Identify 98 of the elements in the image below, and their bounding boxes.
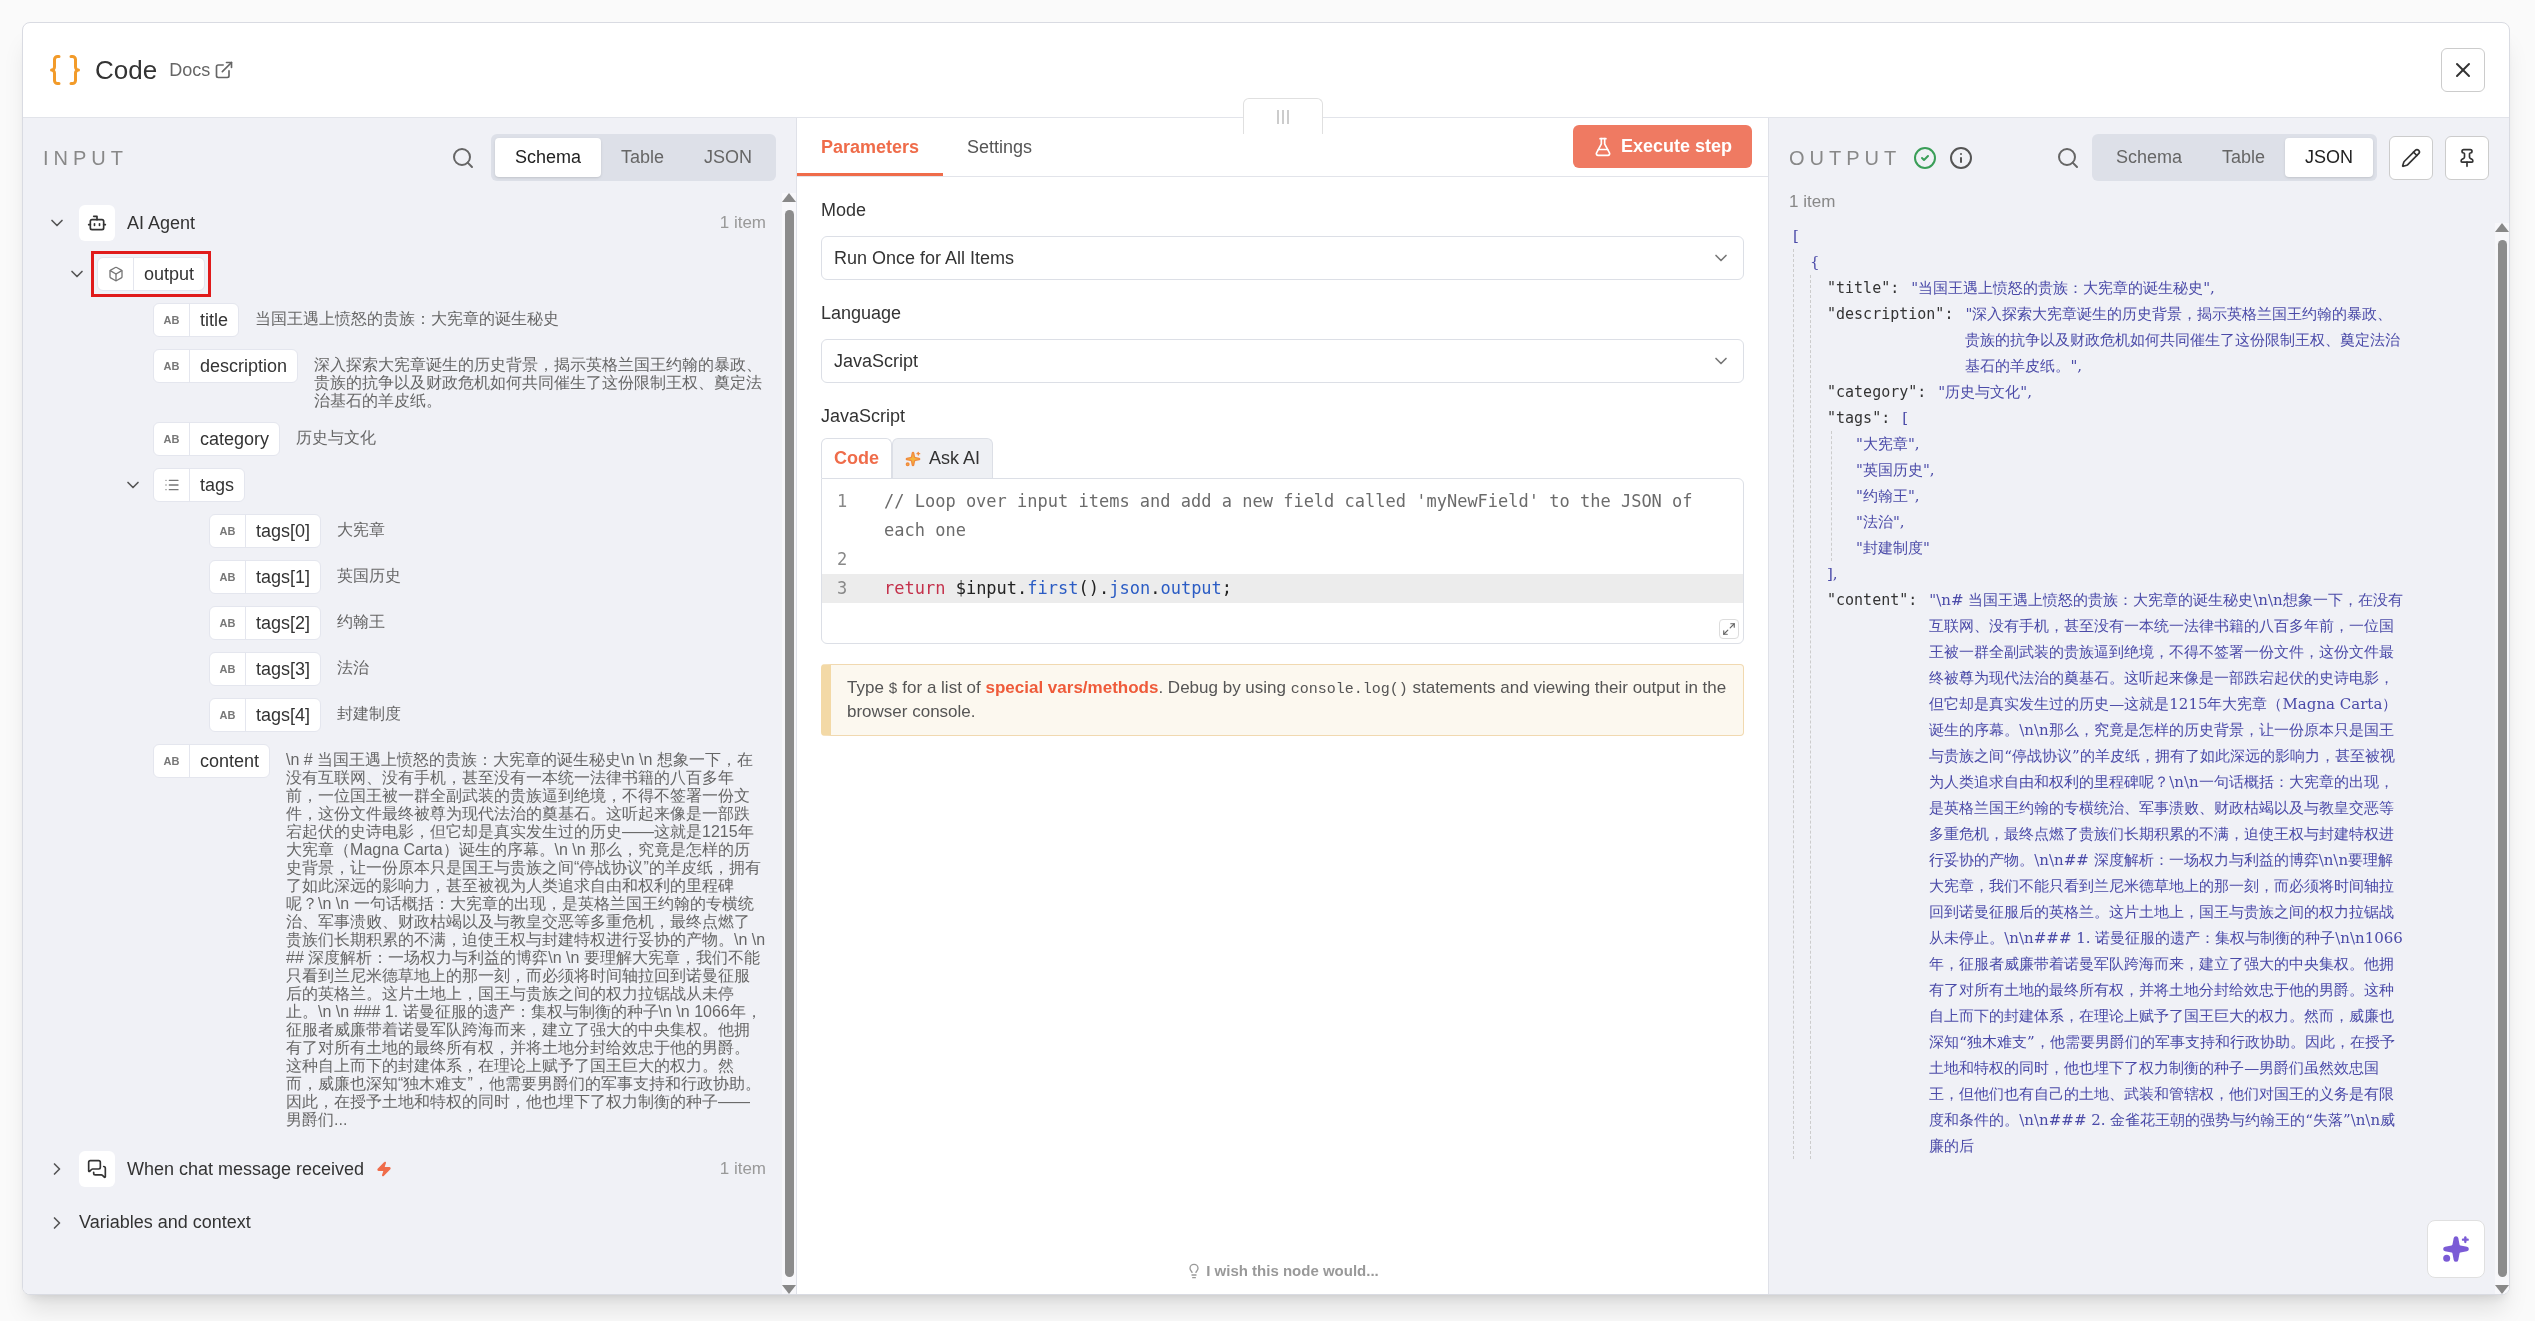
sparkles-icon — [905, 450, 921, 467]
field-name: tags[0] — [255, 519, 312, 543]
json-bracket: { — [1810, 251, 1821, 273]
field-name: tags — [199, 473, 236, 497]
field-value: 大宪章 — [336, 520, 387, 539]
item-count: 1 item — [719, 212, 766, 235]
field-label: JavaScript — [821, 405, 907, 428]
json-value: "大宪章", — [1856, 433, 1921, 455]
chat-icon — [87, 1159, 107, 1179]
field-name: tags[1] — [255, 565, 312, 589]
panel-heading: OUTPUT — [1789, 145, 1902, 171]
section-toggle[interactable]: Variables and context — [79, 1209, 251, 1236]
view-tab[interactable]: JSON — [684, 138, 772, 177]
field-name: tags[3] — [255, 657, 312, 681]
view-tab[interactable]: Table — [600, 138, 684, 177]
close-button[interactable] — [2441, 48, 2485, 92]
code-line: // Loop over input items and add a new field called 'myNewField' to the JSON of each one — [883, 490, 1694, 542]
robot-icon — [87, 213, 107, 233]
cube-icon — [107, 266, 124, 282]
view-tab[interactable]: JSON — [2285, 138, 2373, 177]
type-label: AB — [163, 358, 180, 374]
json-bracket: [ — [1793, 225, 1800, 247]
select-field[interactable]: Run Once for All Items — [821, 236, 1744, 280]
field-name: content — [199, 749, 261, 773]
json-key: "tags": — [1827, 404, 1891, 431]
type-label: AB — [163, 431, 180, 447]
sparkles-icon — [2442, 1235, 2470, 1263]
field-value: 封建制度 — [336, 704, 403, 723]
drag-handle[interactable] — [1242, 98, 1323, 134]
editor-tab[interactable]: Ask AI — [892, 438, 994, 478]
field-name: tags[2] — [255, 611, 312, 635]
type-label: AB — [219, 707, 236, 723]
pin-button[interactable] — [2445, 135, 2489, 180]
select-field[interactable]: JavaScript — [821, 339, 1744, 383]
hint-text: Type $ for a list of special vars/methods. Debug by using console.log() statements and viewing their output in the browser console. — [821, 664, 1744, 736]
code-editor[interactable]: 1 // Loop over input items and add a new field called 'myNewField' to the JSON of each one 2 3 return $input.first().json.output; — [821, 478, 1744, 644]
docs-link[interactable]: Docs — [169, 56, 235, 84]
type-label: AB — [163, 753, 180, 769]
line-number: 2 — [835, 548, 849, 571]
line-number: 1 — [835, 490, 849, 513]
scrollbar[interactable] — [782, 193, 796, 1294]
info-icon[interactable] — [1949, 145, 1974, 170]
view-tab[interactable]: Schema — [2095, 138, 2202, 177]
search-icon[interactable] — [2055, 145, 2080, 170]
node-name[interactable]: AI Agent — [127, 209, 196, 237]
panel-tab[interactable]: Settings — [943, 118, 1057, 176]
json-value: "深入探索大宪章诞生的历史背景，揭示英格兰国王约翰的暴政、贵族的抗争以及财政危机如何共同催生了这份限制王权、奠定法治基石的羊皮纸。", — [1965, 303, 2402, 377]
field-value: 英国历史 — [336, 566, 403, 585]
json-bracket: [ — [1902, 407, 1909, 429]
type-label: AB — [219, 615, 236, 631]
type-label: AB — [219, 523, 236, 539]
pin-icon — [2457, 147, 2477, 168]
external-link-icon — [214, 60, 235, 80]
panel-heading: INPUT — [43, 145, 128, 171]
json-value: "英国历史", — [1856, 459, 1936, 481]
type-label: AB — [163, 312, 180, 328]
field-value: 约翰王 — [336, 612, 387, 631]
view-tab[interactable]: Schema — [494, 138, 601, 177]
braces-icon — [47, 52, 83, 88]
json-key: "category": — [1827, 378, 1927, 405]
type-label: AB — [219, 569, 236, 585]
scrollbar[interactable] — [2495, 222, 2509, 1294]
json-value: "当国王遇上愤怒的贵族：大宪章的诞生秘史", — [1911, 277, 2216, 299]
search-icon[interactable] — [450, 145, 475, 170]
json-value: "\n# 当国王遇上愤怒的贵族：大宪章的诞生秘史\n\n想象一下，在没有互联网、没有手机，甚至没有一本统一法律书籍的八百多年前，一位国王被一群全副武装的贵族逼到绝境，不得不签署一份文件，这份文件最终被尊为现代法治的奠基石。这听起来像是一部跌宕起伏的史诗电影，但它却是真实发生过的历史—这就是1215年大宪章（Magna Carta）诞生的序幕。\n\n那么，究竟是怎样的历史背景，让一份原本只是国王与贵族之间“停战协议”的羊皮纸，拥有了如此深远的影响力，甚至被视为人类追求自由和权利的里程碑呢？\n\n一句话概括：大宪章的出现，是英格兰国王约翰的专横统治、军事溃败、财政枯竭以及与教皇交恶等多重危机，最终点燃了贵族们长期积累的不满，迫使王权与封建特权进行妥协的产物。\n\n## 深度解析：一场权力与利益的博弈\n\n要理解大宪章，我们不能只看到兰尼米德草地上的那一刻，而必须将时间轴拉回到诺曼征服后的英格兰。这片土地上，国王与贵族之间的权力拉锯战从未停止。\n\n### 1. 诺曼征服的遗产：集权与制衡的种子\n\n1066年，征服者威廉带着诺曼军队跨海而来，建立了强大的中央集权。他拥有了对所有土地的最终所有权，并将土地分封给效忠于他的男爵。这种自上而下的封建体系，在理论上赋予了国王巨大的权力。然而，威廉也深知“独木难支”，他需要男爵们的军事支持和行政协助。因此，在授予土地和特权的同时，他也埋下了权力制衡的种子—男爵们虽然效忠国王，但他们也有自己的土地、武装和管辖权，他们对国王的义务是有限度和条件的。\n\n### 2. 金雀花王朝的强势与约翰王的“失落”\n\n威廉的后 — [1929, 589, 2404, 1157]
view-tab[interactable]: Table — [2201, 138, 2285, 177]
field-value: 当国王遇上愤怒的贵族：大宪章的诞生秘史 — [254, 309, 560, 328]
field-name: description — [199, 354, 289, 378]
pencil-icon — [2401, 147, 2421, 168]
field-value: \n # 当国王遇上愤怒的贵族：大宪章的诞生秘史\n \n 想象一下，在没有互联网、没有手机，甚至没有一本统一法律书籍的八百多年前，一位国王被一群全副武装的贵族逼到绝境，不得不签署一份文件，这份文件最终被尊为现代法治的奠基石。这听起来像是一部跌宕起伏的史诗电影，但它却是真实发生过的历史——这就是1215年大宪章（Magna Carta）诞生的序幕。\n \n 那么，究竟是怎样的历史背景，让一份原本只是国王与贵族之间“停战协议”的羊皮纸，拥有了如此深远的影响力，甚至被视为人类追求自由和权利的里程碑呢？\n \n 一句话概括：大宪章的出现，是英格兰国王约翰的专横统治、军事溃败、财政枯竭以及与教皇交恶等多重危机，最终点燃了贵族们长期积累的不满，迫使王权与封建特权进行妥协的产物。\n \n ## 深度解析：一场权力与利益的博弈\n \n 要理解大宪章，我们不能只看到兰尼米德草地上的那一刻，而必须将时间轴拉回到诺曼征服后的英格兰。这片土地上，国王与贵族之间的权力拉锯战从未停止。\n \n ### 1. 诺曼征服的遗产：集权与制衡的种子\n \n 1066年，征服者威廉带着诺曼军队跨海而来，建立了强大的中央集权。他拥有了对所有土地的最终所有权，并将土地分封给效忠于他的男爵。这种自上而下的封建体系，在理论上赋予了国王巨大的权力。然而，威廉也深知“独木难支”，他需要男爵们的军事支持和行政协助。因此，在授予土地和特权的同时，他也埋下了权力制衡的种子——男爵们... — [285, 750, 766, 1129]
list-icon — [163, 477, 180, 493]
json-key: "content": — [1827, 586, 1918, 613]
field-name: category — [199, 427, 271, 451]
code-line: return $input.first().json.output; — [883, 577, 1234, 600]
json-value: "约翰王", — [1856, 485, 1921, 507]
field-name: tags[4] — [255, 703, 312, 727]
resize-icon[interactable] — [1719, 619, 1739, 639]
field-label: Language — [821, 302, 903, 325]
ai-assistant-button[interactable] — [2427, 1220, 2485, 1278]
json-key: "title": — [1827, 274, 1900, 301]
json-bracket: ], — [1827, 563, 1839, 585]
field-value: 深入探索大宪章诞生的历史背景，揭示英格兰国王约翰的暴政、贵族的抗争以及财政危机如何共同催生了这份限制王权、奠定法治基石的羊皮纸。 — [313, 355, 764, 410]
json-value: "封建制度" — [1856, 537, 1931, 559]
field-value: 历史与文化 — [295, 428, 378, 447]
field-name: output — [143, 262, 196, 286]
item-count: 1 item — [1788, 191, 1837, 213]
field-name: title — [199, 308, 229, 332]
json-key: "description": — [1827, 300, 1954, 327]
dialog-title: Code — [95, 53, 158, 87]
field-value: 法治 — [336, 658, 371, 677]
type-label: AB — [219, 661, 236, 677]
item-count: 1 item — [719, 1158, 766, 1181]
json-value: "法治", — [1856, 511, 1906, 533]
edit-button[interactable] — [2389, 135, 2433, 180]
line-number: 3 — [835, 577, 849, 600]
field-label: Mode — [821, 199, 868, 222]
node-name[interactable]: When chat message received — [127, 1155, 365, 1183]
json-value: "历史与文化", — [1938, 381, 2033, 403]
